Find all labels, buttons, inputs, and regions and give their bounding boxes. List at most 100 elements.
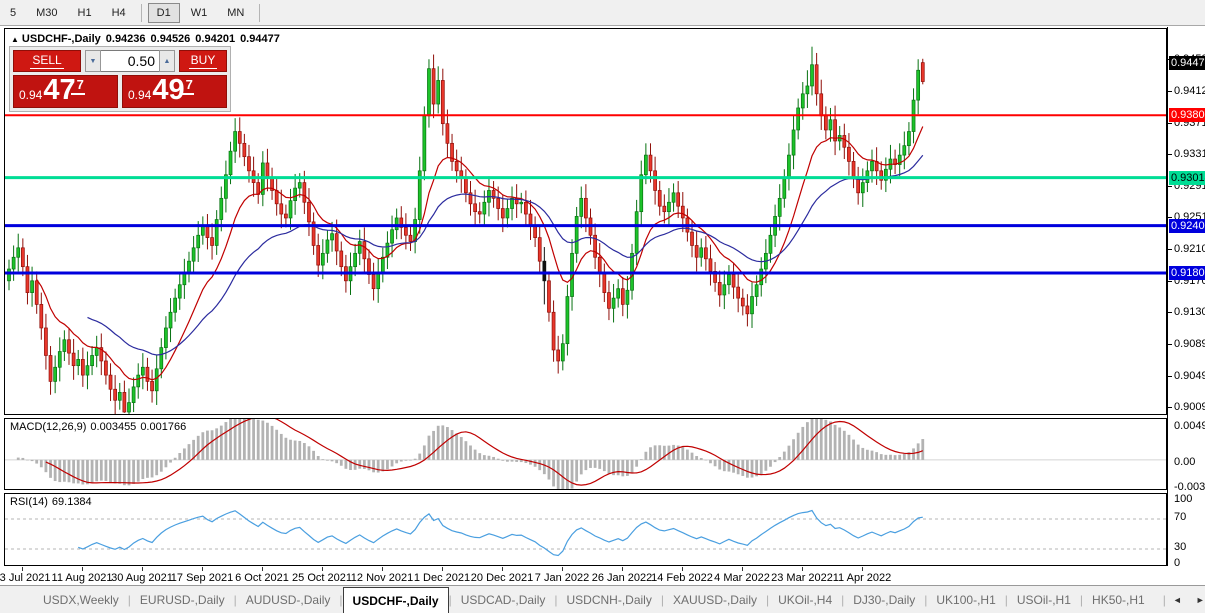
tab-scroll-right-icon[interactable]: ►: [1189, 593, 1205, 607]
price-tick: [1168, 407, 1172, 408]
timeframe-label: H1: [78, 7, 92, 19]
tab-usoil-h1[interactable]: USOil-,H1: [1008, 586, 1080, 613]
level-price-box: 0.92403: [1169, 219, 1205, 233]
main-chart-pane: ▲USDCHF-,Daily0.942360.945260.942010.944…: [4, 28, 1167, 415]
price-tick: [1168, 186, 1172, 187]
rsi-axis-label: 30: [1174, 541, 1186, 553]
timeframe-label: 5: [10, 7, 16, 19]
date-tick: [622, 567, 623, 571]
date-label: 7 Jan 2022: [535, 572, 589, 584]
quote-low: 0.94201: [195, 33, 235, 45]
tab-usdcnh-daily[interactable]: USDCNH-,Daily: [558, 586, 661, 613]
date-label: 26 Jan 2022: [592, 572, 653, 584]
buy-price-sup: 7: [180, 77, 194, 95]
date-tick: [562, 567, 563, 571]
date-label: 14 Feb 2022: [651, 572, 713, 584]
timeframe-button-d1[interactable]: D1: [148, 3, 180, 23]
timeframe-button-5[interactable]: 5: [1, 3, 25, 23]
timeframe-button-h4[interactable]: H4: [103, 3, 135, 23]
date-label: 11 Aug 2021: [52, 572, 113, 584]
buy-button-label: BUY: [189, 53, 218, 69]
quote-line: ▲USDCHF-,Daily0.942360.945260.942010.944…: [11, 33, 285, 45]
tab-uk100-h1[interactable]: UK100-,H1: [927, 586, 1004, 613]
buy-price-panel[interactable]: 0.94 49 7: [122, 75, 227, 108]
current-price-box: 0.94477: [1169, 56, 1205, 70]
buy-button[interactable]: BUY: [179, 50, 227, 72]
sell-button[interactable]: SELL: [13, 50, 81, 72]
timeframe-label: W1: [191, 7, 208, 19]
date-label: 11 Apr 2022: [833, 572, 892, 584]
date-tick: [262, 567, 263, 571]
price-axis: 0.945200.941200.937100.933100.929100.925…: [1167, 27, 1205, 567]
timeframe-button-mn[interactable]: MN: [218, 3, 253, 23]
macd-axis-label: -0.00361: [1174, 481, 1205, 493]
symbol-tabbar: USDX,Weekly|EURUSD-,Daily|AUDUSD-,Daily|…: [0, 585, 1205, 613]
macd-name: MACD(12,26,9): [10, 421, 86, 433]
tab-xauusd-daily[interactable]: XAUUSD-,Daily: [664, 586, 766, 613]
price-tick: [1168, 281, 1172, 282]
date-label: 25 Oct 2021: [292, 572, 352, 584]
date-tick: [382, 567, 383, 571]
tab-scroll-left-icon[interactable]: ◄: [1166, 593, 1189, 607]
tab-usdchf-daily[interactable]: USDCHF-,Daily: [343, 587, 449, 613]
price-tick: [1168, 312, 1172, 313]
price-tick-label: 0.93310: [1174, 148, 1205, 160]
tab-eurusd-daily[interactable]: EURUSD-,Daily: [131, 586, 234, 613]
macd-value: 0.003455: [90, 421, 136, 433]
date-tick: [802, 567, 803, 571]
date-tick: [442, 567, 443, 571]
timeframe-button-h1[interactable]: H1: [69, 3, 101, 23]
tab-usdcad-daily[interactable]: USDCAD-,Daily: [452, 586, 555, 613]
tab-audusd-daily[interactable]: AUDUSD-,Daily: [237, 586, 340, 613]
price-tick: [1168, 154, 1172, 155]
timeframe-label: M30: [36, 7, 57, 19]
date-label: 12 Nov 2021: [351, 572, 413, 584]
quote-close: 0.94477: [240, 33, 280, 45]
rsi-canvas[interactable]: [5, 494, 1166, 565]
date-tick: [202, 567, 203, 571]
timeframe-button-m30[interactable]: M30: [27, 3, 66, 23]
level-price-box: 0.91800: [1169, 266, 1205, 280]
quote-open: 0.94236: [106, 33, 146, 45]
rsi-value: 69.1384: [52, 496, 92, 508]
price-tick-label: 0.92100: [1174, 243, 1205, 255]
volume-input[interactable]: [101, 50, 159, 72]
volume-increase-button[interactable]: ▲: [159, 50, 175, 72]
date-tick: [322, 567, 323, 571]
tab-scroll-arrows: ◄►: [1166, 593, 1205, 607]
timeframe-button-w1[interactable]: W1: [182, 3, 217, 23]
one-click-trade-widget: SELL ▼ ▲ BUY 0.94 47 7: [9, 46, 231, 112]
macd-label: MACD(12,26,9)0.0034550.001766: [10, 421, 190, 433]
rsi-axis-label: 70: [1174, 511, 1186, 523]
tab-dj30-daily[interactable]: DJ30-,Daily: [844, 586, 924, 613]
macd-pane: MACD(12,26,9)0.0034550.001766: [4, 418, 1167, 490]
date-label: 6 Oct 2021: [235, 572, 289, 584]
price-tick: [1168, 217, 1172, 218]
volume-decrease-button[interactable]: ▼: [85, 50, 101, 72]
date-label: 17 Sep 2021: [171, 572, 233, 584]
timeframe-label: D1: [157, 7, 171, 19]
tab-ukoil-h4[interactable]: UKOil-,H4: [769, 586, 841, 613]
date-tick: [742, 567, 743, 571]
price-tick: [1168, 344, 1172, 345]
date-tick: [22, 567, 23, 571]
price-tick-label: 0.90890: [1174, 338, 1205, 350]
tab-hk50-h1[interactable]: HK50-,H1: [1083, 586, 1154, 613]
sell-price-sup: 7: [71, 77, 85, 95]
spin-down-icon: ▼: [90, 58, 97, 65]
date-tick: [862, 567, 863, 571]
date-label: 1 Dec 2021: [414, 572, 470, 584]
date-tick: [502, 567, 503, 571]
date-label: 23 Mar 2022: [771, 572, 833, 584]
date-label: 30 Aug 2021: [111, 572, 173, 584]
price-tick: [1168, 249, 1172, 250]
price-tick-label: 0.94120: [1174, 85, 1205, 97]
buy-price-base: 0.94: [128, 88, 151, 102]
rsi-name: RSI(14): [10, 496, 48, 508]
date-label: 4 Mar 2022: [714, 572, 770, 584]
sell-price-panel[interactable]: 0.94 47 7: [13, 75, 118, 108]
tab-usdx-weekly[interactable]: USDX,Weekly: [34, 586, 128, 613]
price-tick: [1168, 123, 1172, 124]
price-tick-label: 0.90090: [1174, 401, 1205, 413]
price-tick: [1168, 376, 1172, 377]
